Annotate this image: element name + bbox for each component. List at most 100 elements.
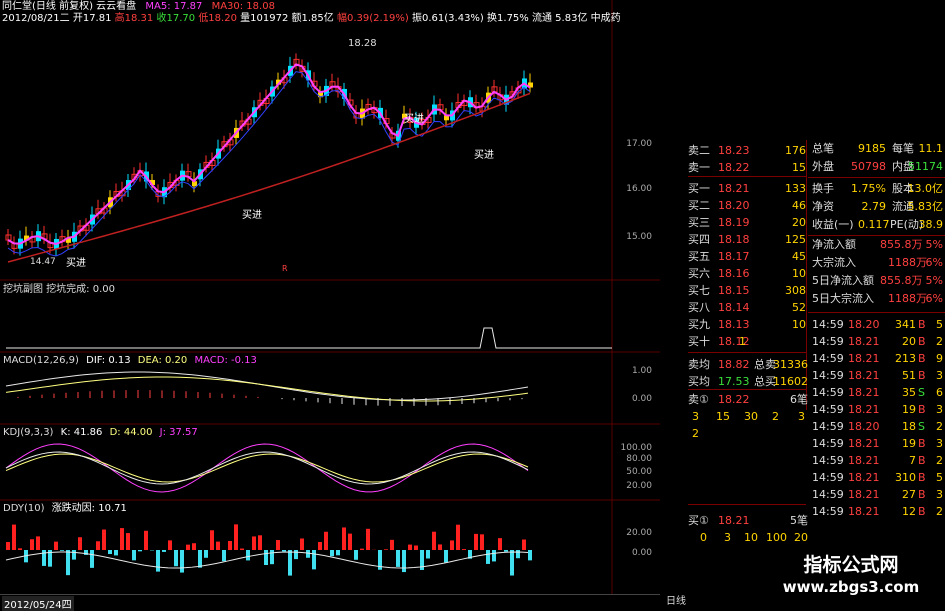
ddy-bar: [252, 536, 256, 550]
stat-value: 2.79: [850, 198, 886, 216]
ddy-bar: [144, 531, 148, 550]
tick-count: 2: [936, 503, 943, 520]
tick-count: 2: [936, 452, 943, 469]
ddy-bar: [486, 550, 490, 564]
buy-level[interactable]: 买一 18.21 133: [688, 180, 806, 197]
buy-level-volume: 125: [746, 231, 806, 248]
r-marker: R: [282, 263, 288, 275]
queue-volume: 10: [744, 529, 758, 546]
sell-level-label: 卖二: [688, 142, 710, 159]
ddy-bar: [408, 545, 412, 550]
tick-row[interactable]: 14:59 18.21 213 B 9: [808, 350, 945, 367]
ddy-bar: [306, 550, 310, 558]
stat-row: 收益(一) 0.117 PE(动) 38.9: [808, 216, 945, 234]
tick-time: 14:59: [812, 503, 844, 520]
ddy-bar: [498, 538, 502, 550]
ddy-bar: [126, 533, 130, 550]
divider: [688, 504, 806, 505]
ddy-bar: [240, 549, 244, 550]
stat-value: 1.75%: [850, 180, 886, 198]
buy-level[interactable]: 买七 18.15 308: [688, 282, 806, 299]
buy-level-price: 18.15: [718, 282, 750, 299]
tick-row[interactable]: 14:59 18.21 27 B 3: [808, 486, 945, 503]
tick-row[interactable]: 14:59 18.20 341 B 5: [808, 316, 945, 333]
ddy-bar: [12, 525, 16, 550]
ddy-bar: [444, 550, 448, 562]
ddy-bar: [354, 550, 358, 560]
buy-level-label: 买四: [688, 231, 710, 248]
buy-level-volume: 46: [746, 197, 806, 214]
chart-area[interactable]: 同仁堂(日线 前复权) 云云看盘 MA5: 17.87 MA30: 18.08 …: [0, 0, 660, 609]
tick-volume: 213: [888, 350, 916, 367]
chart-canvas[interactable]: [0, 0, 660, 609]
buy-level-label: 买六: [688, 265, 710, 282]
queue-volume: 15: [716, 408, 730, 425]
buy-level-price: 18.16: [718, 265, 750, 282]
tick-row[interactable]: 14:59 18.21 19 B 3: [808, 435, 945, 452]
buy-level-label: 买七: [688, 282, 710, 299]
buy-average-row: 买均 17.53 总买 11602: [688, 373, 808, 390]
ddy-bar: [456, 525, 460, 550]
buy-level[interactable]: 买四 18.18 125: [688, 231, 806, 248]
ddy-bar: [450, 540, 454, 550]
stat-label: 每笔: [892, 140, 914, 158]
tick-volume: 19: [888, 435, 916, 452]
buy-level[interactable]: 买五 18.17 45: [688, 248, 806, 265]
stat-row: 净资 2.79 流通 5.83亿: [808, 198, 945, 216]
buy-level[interactable]: 买九 18.13 10: [688, 316, 806, 333]
tick-volume: 310: [888, 469, 916, 486]
period-label[interactable]: 日线: [666, 596, 686, 608]
macd-dif-line: [6, 372, 528, 400]
tick-row[interactable]: 14:59 18.21 19 B 3: [808, 401, 945, 418]
sell-level[interactable]: 卖一 18.22 15: [688, 159, 806, 176]
ddy-bar: [192, 543, 196, 550]
queue-volume: 30: [744, 408, 758, 425]
flow-row: 5日净流入额 855.8万 5%: [808, 272, 945, 290]
tick-row[interactable]: 14:59 18.21 310 B 5: [808, 469, 945, 486]
tick-time: 14:59: [812, 316, 844, 333]
ddy-bar: [294, 550, 298, 559]
tick-count: 3: [936, 435, 943, 452]
ddy-bar: [90, 550, 94, 568]
open-label: 开17.81: [73, 13, 112, 24]
flow-pct: 6%: [926, 254, 943, 272]
tick-row[interactable]: 14:59 18.21 51 B 3: [808, 367, 945, 384]
sell-level-price: 18.22: [718, 159, 750, 176]
price-tick: 16.00: [626, 184, 652, 194]
date-axis[interactable]: 2012/05/24四: [0, 594, 660, 609]
tick-volume: 12: [888, 503, 916, 520]
flow-value: 855.8万: [880, 236, 923, 254]
buy-level[interactable]: 买六 18.16 10: [688, 265, 806, 282]
divider: [688, 352, 806, 353]
peak-label: 18.28: [348, 38, 377, 50]
tick-time: 14:59: [812, 418, 844, 435]
title-line: 同仁堂(日线 前复权) 云云看盘 MA5: 17.87 MA30: 18.08: [2, 1, 275, 13]
macd-value: MACD: -0.13: [194, 355, 256, 366]
ddy-tick: 20.00: [626, 528, 652, 538]
stat-value: 38.9: [919, 216, 944, 234]
buy-level[interactable]: 买八 18.14 52: [688, 299, 806, 316]
buy-level[interactable]: 买二 18.20 46: [688, 197, 806, 214]
tick-row[interactable]: 14:59 18.21 35 S 6: [808, 384, 945, 401]
total-buy: 11602: [773, 373, 808, 390]
ddy-bar: [366, 529, 370, 550]
kdj-name: KDJ(9,3,3): [3, 427, 53, 438]
tick-count: 2: [936, 418, 943, 435]
tick-row[interactable]: 14:59 18.20 18 S 2: [808, 418, 945, 435]
ddy-bar: [102, 530, 106, 550]
watermark: 指标公式网 www.zbgs3.com: [761, 546, 941, 604]
tick-row[interactable]: 14:59 18.21 12 B 2: [808, 503, 945, 520]
buy-level[interactable]: 买三 18.19 20: [688, 214, 806, 231]
buy-level[interactable]: 买十 18.12 1: [688, 333, 806, 350]
ddy-bar: [264, 550, 268, 565]
ddy-bar: [528, 550, 532, 560]
sell-level[interactable]: 卖二 18.23 176: [688, 142, 806, 159]
buy-level-volume: 10: [746, 265, 806, 282]
buy-level-price: 18.21: [718, 180, 750, 197]
ddy-bar: [198, 550, 202, 568]
ddy-bar: [234, 524, 238, 550]
tick-row[interactable]: 14:59 18.21 7 B 2: [808, 452, 945, 469]
tick-time: 14:59: [812, 486, 844, 503]
ddy-bar: [474, 534, 478, 550]
tick-row[interactable]: 14:59 18.21 20 B 2: [808, 333, 945, 350]
